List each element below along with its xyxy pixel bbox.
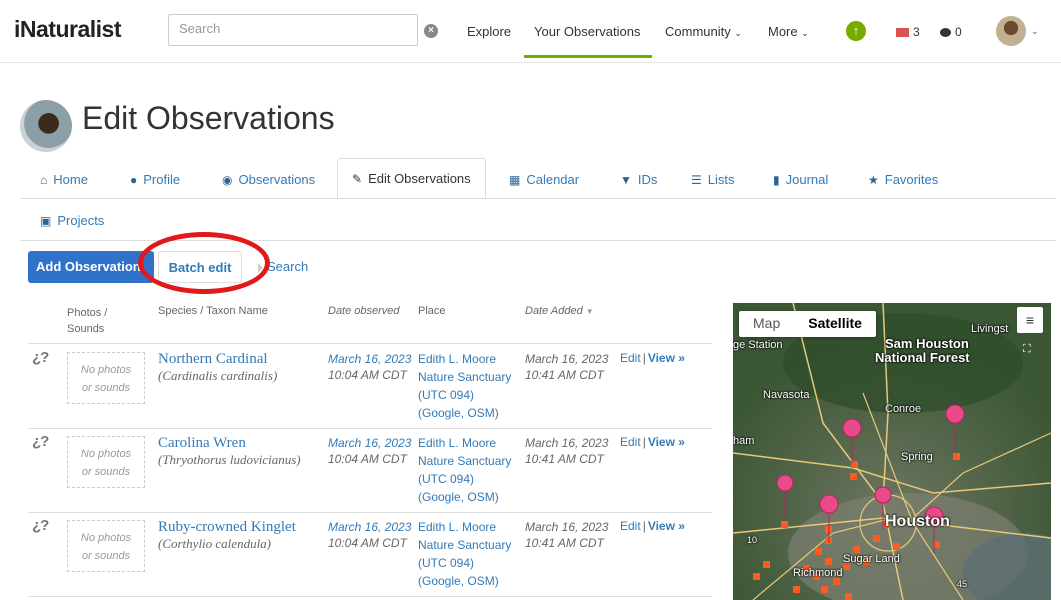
date-observed: March 16, 2023 10:04 AM CDT bbox=[328, 520, 412, 550]
date-observed: March 16, 2023 10:04 AM CDT bbox=[328, 352, 412, 382]
tab-ids[interactable]: ▼ IDs bbox=[620, 172, 657, 187]
fullscreen-icon[interactable]: ⛶ bbox=[1023, 343, 1031, 356]
upload-icon[interactable]: ↑ bbox=[846, 21, 866, 41]
messages-button[interactable]: 3 bbox=[896, 25, 920, 39]
map-label: Sugar Land bbox=[843, 553, 900, 565]
header-place[interactable]: Place bbox=[418, 305, 446, 317]
edit-link[interactable]: Edit bbox=[620, 435, 641, 449]
tab-profile[interactable]: ● Profile bbox=[130, 172, 180, 187]
no-photos-placeholder: No photos or sounds bbox=[67, 520, 145, 572]
chevron-down-icon: ⌄ bbox=[734, 28, 742, 38]
map-type-control: Map Satellite bbox=[739, 311, 876, 337]
map-label: Sam Houston bbox=[885, 336, 969, 351]
date-observed: March 16, 2023 10:04 AM CDT bbox=[328, 436, 412, 466]
species-name[interactable]: Northern Cardinal (Cardinalis cardinalis) bbox=[158, 351, 277, 384]
date-added: March 16, 2023 10:41 AM CDT bbox=[525, 436, 609, 466]
tab-observations[interactable]: ◉ Observations bbox=[222, 172, 315, 187]
place-link[interactable]: Edith L. Moore Nature Sanctuary (UTC 094)(… bbox=[418, 518, 511, 590]
date-added: March 16, 2023 10:41 AM CDT bbox=[525, 520, 609, 550]
briefcase-icon: ▣ bbox=[40, 214, 52, 228]
header-date-added[interactable]: Date Added ▼ bbox=[525, 305, 594, 317]
place-link[interactable]: Edith L. Moore Nature Sanctuary (UTC 094)(… bbox=[418, 350, 511, 422]
highway-shield: 10 bbox=[747, 535, 758, 545]
tab-divider bbox=[20, 198, 1056, 199]
map-label: Houston bbox=[885, 513, 950, 530]
map-label: Richmond bbox=[793, 567, 843, 579]
home-icon: ⌂ bbox=[40, 173, 48, 187]
no-photos-placeholder: No photos or sounds bbox=[67, 352, 145, 404]
view-link[interactable]: View » bbox=[648, 519, 685, 533]
tab-home[interactable]: ⌂ Home bbox=[40, 172, 88, 187]
row-divider bbox=[28, 596, 712, 597]
tab-edit-observations[interactable]: ✎ Edit Observations bbox=[337, 158, 486, 198]
view-link[interactable]: View » bbox=[648, 435, 685, 449]
tab-lists[interactable]: ☰ Lists bbox=[691, 172, 735, 187]
header-species[interactable]: Species / Taxon Name bbox=[158, 305, 268, 317]
map-label: Spring bbox=[901, 451, 933, 463]
row-actions: Edit | View » bbox=[620, 351, 685, 365]
nav-your-observations[interactable]: Your Observations bbox=[524, 24, 652, 58]
user-avatar[interactable] bbox=[996, 16, 1026, 46]
highlight-circle-annotation bbox=[138, 232, 270, 294]
row-divider bbox=[28, 428, 712, 429]
map-type-map-button[interactable]: Map bbox=[739, 311, 794, 337]
tab-calendar[interactable]: ▦ Calendar bbox=[509, 172, 579, 187]
comment-icon bbox=[940, 28, 951, 38]
add-observation-button[interactable]: Add Observation bbox=[28, 251, 154, 283]
avatar bbox=[20, 100, 72, 152]
edit-link[interactable]: Edit bbox=[620, 519, 641, 533]
observations-map[interactable]: Map Satellite ≡ ⛶ Livingst ge Station Sa… bbox=[733, 303, 1051, 600]
inaturalist-logo[interactable]: iNaturalist bbox=[14, 16, 121, 43]
search-input[interactable]: Search bbox=[168, 14, 418, 46]
row-actions: Edit | View » bbox=[620, 435, 685, 449]
header-date-observed[interactable]: Date observed bbox=[328, 305, 400, 317]
list-icon: ☰ bbox=[691, 173, 702, 187]
tab-projects[interactable]: ▣ Projects bbox=[40, 213, 104, 228]
row-divider bbox=[28, 343, 712, 344]
tag-icon: ▼ bbox=[620, 173, 632, 187]
book-icon: ▮ bbox=[773, 173, 780, 187]
binoculars-icon: ◉ bbox=[222, 173, 233, 187]
place-link[interactable]: Edith L. Moore Nature Sanctuary (UTC 094)(… bbox=[418, 434, 511, 506]
row-divider bbox=[28, 512, 712, 513]
nav-community[interactable]: Community ⌄ bbox=[665, 24, 742, 39]
user-icon: ● bbox=[130, 173, 138, 187]
calendar-icon: ▦ bbox=[509, 173, 521, 187]
map-type-satellite-button[interactable]: Satellite bbox=[794, 311, 876, 337]
species-name[interactable]: Ruby-crowned Kinglet (Corthylio calendula… bbox=[158, 519, 296, 552]
map-label: Conroe bbox=[885, 403, 922, 415]
edit-link[interactable]: Edit bbox=[620, 351, 641, 365]
view-link[interactable]: View » bbox=[648, 351, 685, 365]
unknown-taxon-icon: ¿? bbox=[32, 349, 49, 366]
nav-more[interactable]: More ⌄ bbox=[768, 24, 809, 39]
star-icon: ★ bbox=[868, 173, 879, 187]
chevron-down-icon[interactable]: ⌄ bbox=[1031, 26, 1039, 37]
notifications-button[interactable]: 0 bbox=[940, 25, 962, 39]
header-photos: Photos / Sounds bbox=[67, 307, 108, 335]
chevron-down-icon: ⌄ bbox=[801, 28, 809, 38]
highway-shield: 45 bbox=[957, 579, 968, 589]
map-label: Navasota bbox=[763, 389, 810, 401]
unknown-taxon-icon: ¿? bbox=[32, 517, 49, 534]
map-label: Livingst bbox=[971, 323, 1009, 335]
envelope-icon bbox=[896, 28, 909, 38]
layers-icon[interactable]: ≡ bbox=[1017, 307, 1043, 333]
sort-desc-icon: ▼ bbox=[585, 307, 594, 316]
unknown-taxon-icon: ¿? bbox=[32, 433, 49, 450]
map-label: National Forest bbox=[875, 350, 970, 365]
clear-search-icon[interactable]: × bbox=[424, 24, 438, 38]
no-photos-placeholder: No photos or sounds bbox=[67, 436, 145, 488]
page-title: Edit Observations bbox=[82, 100, 335, 136]
top-navbar: iNaturalist Search × Explore Your Observ… bbox=[0, 0, 1061, 63]
map-label: ham bbox=[733, 435, 755, 447]
tab-journal[interactable]: ▮ Journal bbox=[773, 172, 828, 187]
date-added: March 16, 2023 10:41 AM CDT bbox=[525, 352, 609, 382]
pencil-icon: ✎ bbox=[352, 172, 363, 186]
nav-explore[interactable]: Explore bbox=[467, 24, 511, 39]
species-name[interactable]: Carolina Wren (Thryothorus ludovicianus) bbox=[158, 435, 301, 468]
tab-favorites[interactable]: ★ Favorites bbox=[868, 172, 938, 187]
map-label: ge Station bbox=[733, 339, 783, 351]
row-actions: Edit | View » bbox=[620, 519, 685, 533]
